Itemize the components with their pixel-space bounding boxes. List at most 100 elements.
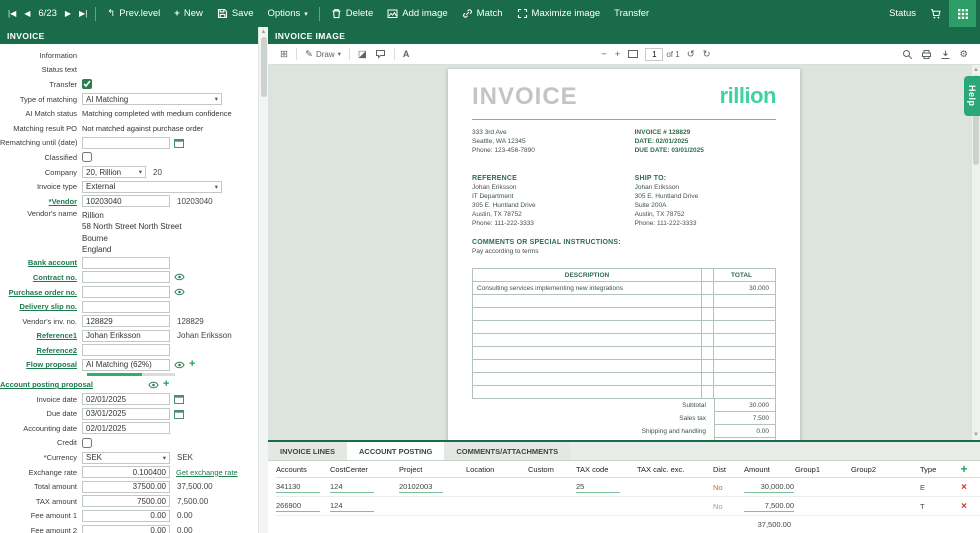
invoice-type-select[interactable]: External ▾ xyxy=(82,181,222,193)
vendor-input[interactable] xyxy=(82,195,170,207)
cell-amount[interactable]: 30,000.00 xyxy=(744,482,794,493)
rematching-until-input[interactable] xyxy=(82,137,170,149)
rotate-right-button[interactable]: ↻ xyxy=(699,44,715,64)
total-amount-input[interactable] xyxy=(82,481,170,493)
options-button[interactable]: Options ▾ xyxy=(261,0,315,27)
transfer-checkbox[interactable] xyxy=(82,79,92,89)
save-button[interactable]: Save xyxy=(210,0,261,27)
eye-icon[interactable] xyxy=(174,288,185,296)
prev-level-button[interactable]: ↰ Prev.level xyxy=(100,0,167,27)
delivery-slip-no-link[interactable]: Delivery slip no. xyxy=(0,302,82,311)
maximize-image-button[interactable]: Maximize image xyxy=(510,0,608,27)
match-button[interactable]: Match xyxy=(455,0,510,27)
comment-button[interactable] xyxy=(371,44,390,64)
fit-page-button[interactable] xyxy=(624,44,642,64)
cell-costcenter[interactable]: 124 xyxy=(330,501,374,512)
form-scrollbar[interactable]: ▲ xyxy=(258,27,268,533)
get-exchange-rate-link[interactable]: Get exchange rate xyxy=(176,468,238,477)
purchase-order-no-input[interactable] xyxy=(82,286,170,298)
bank-account-link[interactable]: Bank account xyxy=(0,258,82,267)
flow-proposal-input[interactable] xyxy=(82,359,170,371)
last-record-button[interactable]: ▶| xyxy=(75,0,91,27)
add-flow-button[interactable]: + xyxy=(189,359,195,370)
download-button[interactable] xyxy=(936,44,955,64)
flow-proposal-link[interactable]: Flow proposal xyxy=(0,360,82,369)
accounting-date-input[interactable] xyxy=(82,422,170,434)
credit-checkbox[interactable] xyxy=(82,438,92,448)
cell-accounts[interactable]: 341130 xyxy=(276,482,320,493)
cart-button[interactable] xyxy=(923,0,949,27)
tab-invoice-lines[interactable]: INVOICE LINES xyxy=(268,442,347,460)
cell-dist[interactable]: No xyxy=(713,502,744,511)
eraser-button[interactable]: ◪ xyxy=(354,44,371,64)
text-tool-button[interactable]: A xyxy=(399,44,414,64)
tab-comments-attachments[interactable]: COMMENTS/ATTACHMENTS xyxy=(444,442,570,460)
thumbnails-button[interactable]: ⊞ xyxy=(276,44,292,64)
delete-row-button[interactable]: × xyxy=(948,501,980,512)
add-row-button[interactable]: + xyxy=(948,462,980,476)
reference1-link[interactable]: Reference1 xyxy=(0,331,82,340)
scrollbar-thumb[interactable] xyxy=(261,37,267,97)
rotate-left-button[interactable]: ↺ xyxy=(683,44,699,64)
due-date-input[interactable] xyxy=(82,408,170,420)
cell-accounts[interactable]: 266900 xyxy=(276,501,320,512)
tab-account-posting[interactable]: ACCOUNT POSTING xyxy=(347,442,444,460)
transfer-button[interactable]: Transfer xyxy=(607,0,656,27)
previous-record-button[interactable]: ◀ xyxy=(20,0,34,27)
cell-amount[interactable]: 7,500.00 xyxy=(744,501,794,512)
contract-no-link[interactable]: Contract no. xyxy=(0,273,82,282)
cell-type[interactable]: T xyxy=(920,502,948,511)
document-viewport[interactable]: INVOICE rillion 333 3rd Ave Seattle, WA … xyxy=(268,65,980,440)
vendor-link[interactable]: *Vendor xyxy=(0,197,82,206)
add-image-button[interactable]: Add image xyxy=(380,0,454,27)
tax-amount-input[interactable] xyxy=(82,495,170,507)
cell-costcenter[interactable]: 124 xyxy=(330,482,374,493)
fee-amount-2-input[interactable] xyxy=(82,525,170,533)
account-posting-proposal-link[interactable]: Account posting proposal xyxy=(0,380,82,389)
eye-icon[interactable] xyxy=(174,361,185,369)
classified-checkbox[interactable] xyxy=(82,152,92,162)
eye-icon[interactable] xyxy=(148,381,159,389)
reference2-input[interactable] xyxy=(82,344,170,356)
cell-project[interactable]: 20102003 xyxy=(399,482,443,493)
currency-select[interactable]: SEK ▾ xyxy=(82,452,170,464)
scroll-up-icon[interactable]: ▲ xyxy=(973,67,979,73)
delivery-slip-no-input[interactable] xyxy=(82,301,170,313)
zoom-in-button[interactable]: + xyxy=(611,44,625,64)
help-tab[interactable]: Help xyxy=(964,76,980,116)
delete-button[interactable]: Delete xyxy=(324,0,380,27)
page-number-input[interactable] xyxy=(645,48,663,61)
exchange-rate-input[interactable] xyxy=(82,466,170,478)
next-record-button[interactable]: ▶ xyxy=(61,0,75,27)
scroll-down-icon[interactable]: ▼ xyxy=(973,432,979,438)
new-button[interactable]: + New xyxy=(167,0,210,27)
document-scrollbar[interactable]: ▲ ▼ xyxy=(971,65,980,440)
eye-icon[interactable] xyxy=(174,273,185,281)
vendors-inv-no-input[interactable] xyxy=(82,315,170,327)
calendar-icon[interactable] xyxy=(174,409,184,419)
zoom-out-button[interactable]: − xyxy=(597,44,611,64)
bank-account-input[interactable] xyxy=(82,257,170,269)
fee-amount-1-input[interactable] xyxy=(82,510,170,522)
purchase-order-no-link[interactable]: Purchase order no. xyxy=(0,288,82,297)
reference1-input[interactable] xyxy=(82,330,170,342)
type-of-matching-select[interactable]: AI Matching ▾ xyxy=(82,93,222,105)
reference2-link[interactable]: Reference2 xyxy=(0,346,82,355)
delete-row-button[interactable]: × xyxy=(948,482,980,493)
calendar-icon[interactable] xyxy=(174,138,184,148)
company-select[interactable]: 20, Rillion ▾ xyxy=(82,166,146,178)
draw-tool-button[interactable]: ✎ Draw ▾ xyxy=(301,44,345,64)
cell-tax-code[interactable]: 25 xyxy=(576,482,620,493)
search-button[interactable] xyxy=(898,44,917,64)
cell-type[interactable]: E xyxy=(920,483,948,492)
scroll-up-icon[interactable]: ▲ xyxy=(261,29,267,35)
settings-button[interactable]: ⚙ xyxy=(955,44,972,64)
add-account-posting-button[interactable]: + xyxy=(163,379,169,390)
first-record-button[interactable]: |◀ xyxy=(4,0,20,27)
invoice-date-input[interactable] xyxy=(82,393,170,405)
cell-dist[interactable]: No xyxy=(713,483,744,492)
contract-no-input[interactable] xyxy=(82,271,170,283)
app-launcher-button[interactable] xyxy=(949,0,976,27)
status-button[interactable]: Status xyxy=(882,0,923,27)
print-button[interactable] xyxy=(917,44,936,64)
